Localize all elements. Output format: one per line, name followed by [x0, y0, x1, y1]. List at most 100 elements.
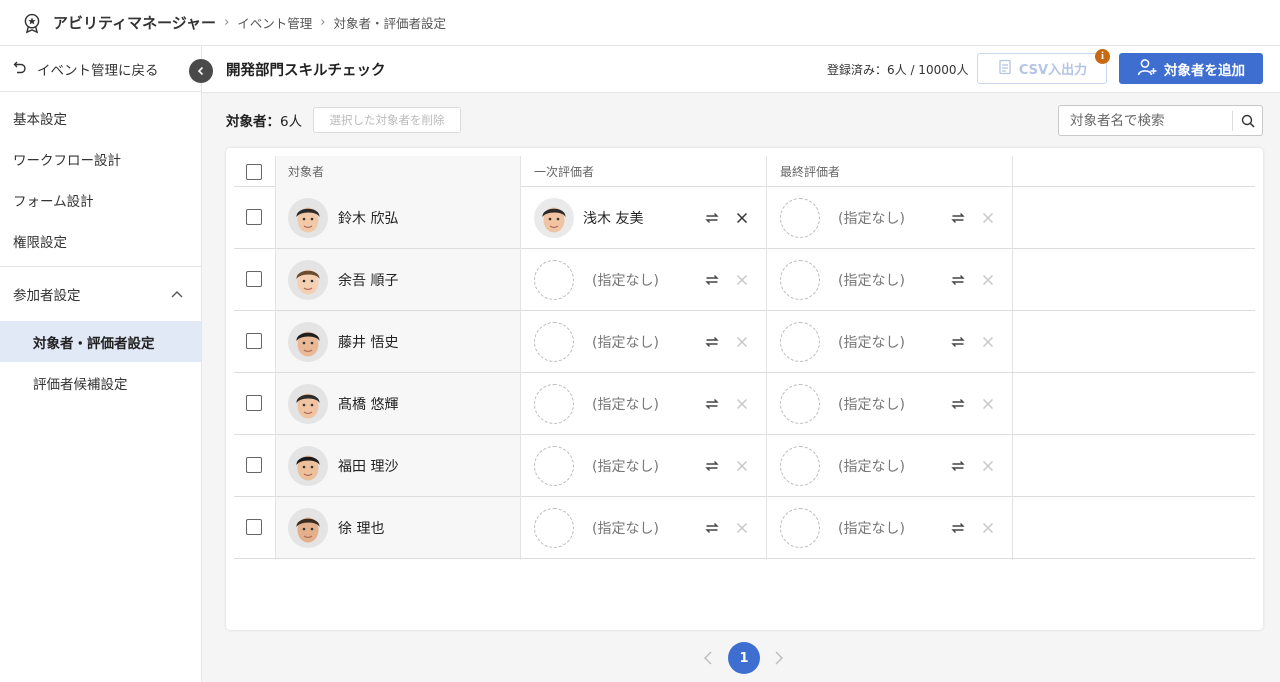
sidebar-item-permission-settings[interactable]: 権限設定 [0, 220, 201, 261]
swap-icon[interactable] [704, 334, 720, 354]
target-cell: 藤井 悟史 [276, 311, 521, 372]
empty-avatar [534, 507, 574, 548]
row-checkbox[interactable] [246, 209, 262, 225]
breadcrumb-current: 対象者・評価者設定 [333, 16, 446, 31]
avatar [288, 259, 328, 300]
sidebar-item-label: ワークフロー設計 [13, 152, 121, 169]
table-row: 余吾 順子 (指定なし) (指定なし) [234, 249, 1255, 311]
target-cell: 余吾 順子 [276, 249, 521, 310]
swap-icon[interactable] [950, 272, 966, 292]
close-icon[interactable] [736, 522, 748, 538]
sidebar-item-target-evaluator-settings[interactable]: 対象者・評価者設定 [0, 321, 201, 362]
first-evaluator-unset: (指定なし) [592, 334, 659, 351]
add-button-label: 対象者を追加 [1164, 62, 1245, 79]
sidebar-item-label: フォーム設計 [13, 193, 94, 210]
avatar [288, 321, 328, 362]
avatar [288, 445, 328, 486]
app-title[interactable]: アビリティマネージャー [53, 12, 216, 33]
back-to-event-link[interactable]: イベント管理に戻る [0, 46, 201, 92]
add-user-icon [1137, 58, 1157, 80]
target-cell: 髙橋 悠輝 [276, 373, 521, 434]
swap-icon[interactable] [704, 520, 720, 540]
sidebar-item-form-design[interactable]: フォーム設計 [0, 179, 201, 220]
chevron-right-icon: › [320, 15, 326, 30]
swap-icon[interactable] [704, 396, 720, 416]
csv-file-icon [997, 59, 1013, 79]
close-icon[interactable] [736, 274, 748, 290]
next-page-icon[interactable] [774, 650, 784, 670]
swap-icon[interactable] [950, 210, 966, 230]
page-title: 開発部門スキルチェック [226, 63, 386, 79]
close-icon[interactable] [982, 274, 994, 290]
csv-button-label: CSV入出力 [1018, 63, 1088, 78]
csv-import-export-button[interactable]: CSV入出力 [977, 53, 1107, 84]
sidebar-item-label: 基本設定 [13, 111, 67, 128]
sidebar-group-participant-settings[interactable]: 参加者設定 [0, 266, 201, 321]
page-number-button[interactable]: 1 [728, 642, 760, 674]
previous-page-icon[interactable] [703, 650, 713, 670]
empty-avatar [534, 259, 574, 300]
info-badge-icon[interactable]: i [1095, 49, 1110, 64]
target-count: 対象者：6人 [226, 110, 302, 130]
column-header-final-evaluator: 最終評価者 [780, 165, 841, 179]
chevron-up-icon [171, 286, 183, 302]
empty-avatar [780, 445, 820, 486]
empty-avatar [534, 383, 574, 424]
first-evaluator-cell: (指定なし) [534, 311, 659, 372]
close-icon[interactable] [982, 336, 994, 352]
swap-icon[interactable] [950, 396, 966, 416]
swap-icon[interactable] [950, 334, 966, 354]
close-icon[interactable] [982, 460, 994, 476]
close-icon[interactable] [736, 460, 748, 476]
top-bar: アビリティマネージャー › イベント管理 › 対象者・評価者設定 [0, 0, 1280, 46]
close-icon[interactable] [736, 336, 748, 352]
back-arrow-icon [13, 60, 27, 78]
collapse-sidebar-button[interactable] [189, 59, 213, 83]
final-evaluator-cell: (指定なし) [780, 249, 905, 310]
column-header-target: 対象者 [276, 156, 521, 187]
first-evaluator-unset: (指定なし) [592, 396, 659, 413]
target-name: 福田 理沙 [338, 458, 399, 475]
final-evaluator-cell: (指定なし) [780, 373, 905, 434]
sidebar-item-basic-settings[interactable]: 基本設定 [0, 97, 201, 138]
table-header: 対象者 一次評価者 最終評価者 [234, 156, 1255, 187]
breadcrumb-event-management[interactable]: イベント管理 [237, 13, 312, 32]
swap-icon[interactable] [704, 210, 720, 230]
close-icon[interactable] [736, 212, 748, 228]
swap-icon[interactable] [950, 520, 966, 540]
empty-avatar [780, 507, 820, 548]
row-checkbox[interactable] [246, 395, 262, 411]
select-all-checkbox[interactable] [246, 164, 262, 180]
swap-icon[interactable] [704, 458, 720, 478]
sidebar-item-label: 評価者候補設定 [33, 376, 128, 393]
final-evaluator-unset: (指定なし) [838, 210, 905, 227]
search-input[interactable] [1059, 106, 1232, 135]
target-cell: 徐 理也 [276, 497, 521, 558]
search-icon[interactable] [1233, 114, 1262, 128]
chevron-left-icon [197, 66, 204, 76]
add-target-button[interactable]: 対象者を追加 [1119, 53, 1263, 84]
registered-count: 登録済み：6人 / 10000人 [827, 63, 969, 77]
first-evaluator-unset: (指定なし) [592, 520, 659, 537]
close-icon[interactable] [736, 398, 748, 414]
swap-icon[interactable] [704, 272, 720, 292]
table-row: 鈴木 欣弘 浅木 友美 (指定なし) [234, 187, 1255, 249]
row-checkbox[interactable] [246, 271, 262, 287]
sidebar-item-workflow-design[interactable]: ワークフロー設計 [0, 138, 201, 179]
final-evaluator-unset: (指定なし) [838, 272, 905, 289]
row-checkbox[interactable] [246, 519, 262, 535]
close-icon[interactable] [982, 398, 994, 414]
close-icon[interactable] [982, 522, 994, 538]
avatar [534, 197, 574, 238]
row-checkbox[interactable] [246, 333, 262, 349]
row-checkbox[interactable] [246, 457, 262, 473]
close-icon[interactable] [982, 212, 994, 228]
first-evaluator-unset: (指定なし) [592, 458, 659, 475]
pagination: 1 [700, 642, 790, 674]
target-cell: 鈴木 欣弘 [276, 187, 521, 248]
delete-selected-button[interactable]: 選択した対象者を削除 [313, 107, 461, 133]
swap-icon[interactable] [950, 458, 966, 478]
target-cell: 福田 理沙 [276, 435, 521, 496]
table-row: 藤井 悟史 (指定なし) (指定なし) [234, 311, 1255, 373]
sidebar-item-evaluator-candidate-settings[interactable]: 評価者候補設定 [0, 362, 201, 403]
